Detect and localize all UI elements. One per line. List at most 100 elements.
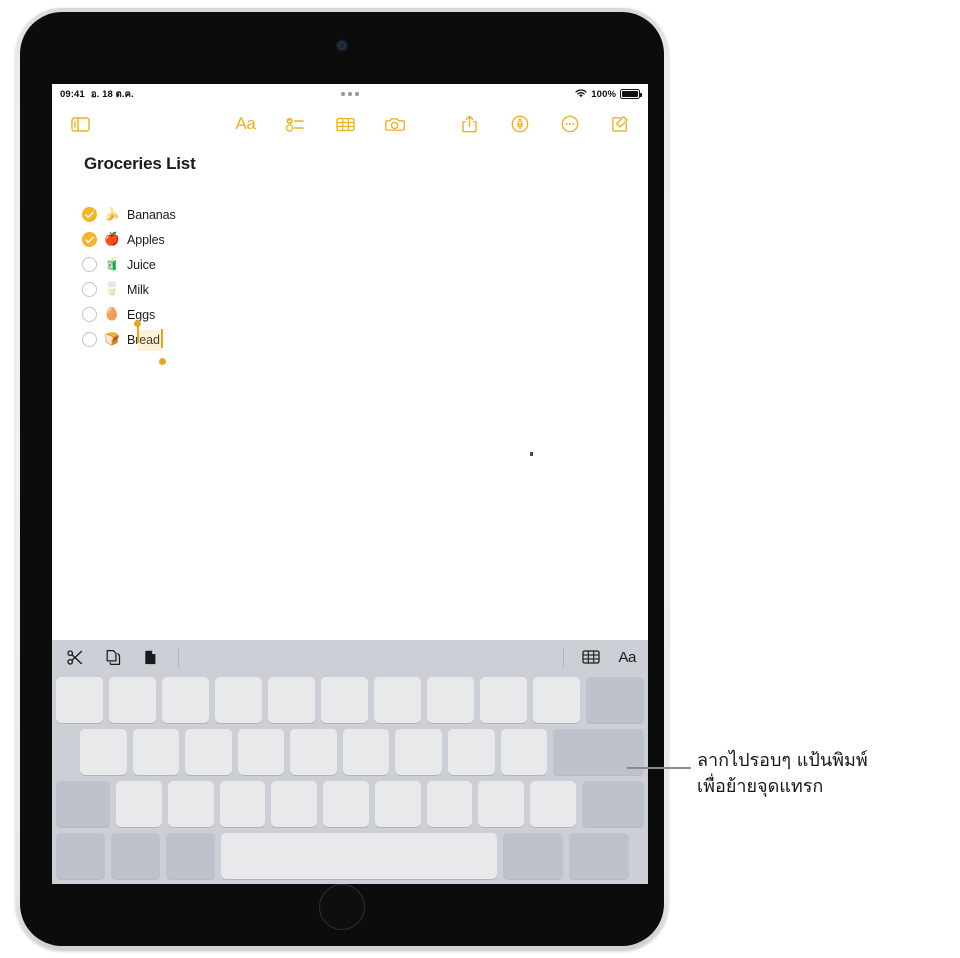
screenshot-root: 09:41 อ. 18 ต.ค. 100% Aa Groceries List … [0, 0, 960, 958]
checklist: 🍌 Bananas 🍎 Apples 🧃 Juice 🥛 Milk 🥚 Eggs… [82, 202, 648, 365]
row-indent [56, 729, 74, 775]
paste-icon[interactable] [140, 646, 162, 668]
dismiss-keyboard-key[interactable] [569, 833, 629, 879]
key[interactable] [395, 729, 442, 775]
text-selection-highlight [138, 329, 162, 351]
markup-pen-icon[interactable] [505, 109, 534, 139]
list-item[interactable]: 🥚 Eggs [82, 302, 648, 327]
item-label: Milk [127, 282, 149, 297]
checkbox-checked[interactable] [82, 232, 97, 247]
emoji-key[interactable] [111, 833, 160, 879]
numbers-key[interactable] [56, 833, 105, 879]
shift-right-key[interactable] [582, 781, 645, 827]
key[interactable] [374, 781, 421, 827]
item-label: Eggs [127, 307, 156, 322]
delete-key[interactable] [586, 677, 644, 723]
callout-text: ลากไปรอบๆ แป้นพิมพ์ เพื่อย้ายจุดแทรก [697, 748, 947, 799]
space-key[interactable] [221, 833, 497, 879]
item-label-selected[interactable]: Bread [127, 319, 166, 365]
key[interactable] [237, 729, 285, 775]
item-emoji: 🥚 [104, 307, 120, 322]
key[interactable] [162, 677, 209, 723]
item-emoji: 🍎 [104, 232, 120, 247]
item-emoji: 🥛 [104, 282, 120, 297]
format-aa-label[interactable]: Aa [618, 649, 636, 666]
home-button[interactable] [319, 884, 365, 930]
keyboard-row-4 [56, 833, 644, 879]
more-ellipsis-icon[interactable] [555, 109, 584, 139]
key[interactable] [116, 781, 162, 827]
item-label: Apples [127, 232, 165, 247]
item-emoji: 🍌 [104, 207, 120, 222]
key[interactable] [215, 677, 262, 723]
keyboard-row-3 [56, 781, 645, 827]
numbers-key-right[interactable] [503, 833, 563, 879]
status-bar: 09:41 อ. 18 ต.ค. 100% [52, 84, 648, 104]
multitasking-dots-icon[interactable] [52, 84, 648, 104]
checkbox-unchecked[interactable] [82, 282, 97, 297]
callout-line-1: ลากไปรอบๆ แป้นพิมพ์ [697, 750, 868, 771]
checkbox-unchecked[interactable] [82, 257, 97, 272]
shortcut-bar-divider [563, 646, 565, 668]
note-content[interactable]: Groceries List 🍌 Bananas 🍎 Apples 🧃 Juic… [52, 144, 648, 668]
selection-handle-end[interactable] [160, 328, 163, 348]
format-aa-label: Aa [235, 114, 256, 133]
selection-knob-end[interactable] [158, 357, 166, 365]
key[interactable] [342, 729, 390, 775]
key[interactable] [480, 677, 527, 723]
item-emoji: 🧃 [104, 257, 120, 272]
selection-knob-start[interactable] [134, 319, 141, 327]
list-item[interactable]: 🥛 Milk [82, 277, 648, 302]
item-emoji: 🍞 [104, 332, 120, 347]
key[interactable] [56, 677, 103, 723]
copy-icon[interactable] [102, 646, 124, 668]
list-item[interactable]: 🧃 Juice [82, 252, 648, 277]
status-bar-left: 09:41 อ. 18 ต.ค. [60, 87, 134, 102]
key[interactable] [447, 729, 495, 775]
key[interactable] [268, 677, 315, 723]
compose-icon[interactable] [605, 109, 634, 139]
key[interactable] [321, 677, 368, 723]
key[interactable] [426, 781, 473, 827]
callout-line-2: เพื่อย้ายจุดแทรก [697, 775, 824, 797]
dictation-key[interactable] [166, 833, 215, 879]
key[interactable] [478, 781, 525, 827]
key[interactable] [80, 729, 127, 775]
key[interactable] [185, 729, 232, 775]
cut-scissors-icon[interactable] [64, 646, 86, 668]
key[interactable] [290, 729, 337, 775]
key[interactable] [374, 677, 421, 723]
list-item[interactable]: 🍌 Bananas [82, 202, 648, 227]
ipad-device: 09:41 อ. 18 ต.ค. 100% Aa Groceries List … [16, 8, 668, 950]
sidebar-icon[interactable] [66, 109, 95, 139]
key[interactable] [271, 781, 318, 827]
item-label: Juice [127, 257, 156, 272]
checkbox-unchecked[interactable] [82, 332, 97, 347]
key[interactable] [500, 729, 548, 775]
format-aa-icon[interactable]: Aa [231, 109, 260, 139]
camera-icon[interactable] [381, 109, 410, 139]
table-icon[interactable] [580, 646, 602, 668]
share-icon[interactable] [456, 109, 485, 139]
key[interactable] [533, 677, 580, 723]
shift-left-key[interactable] [56, 781, 110, 827]
checkbox-checked[interactable] [82, 207, 97, 222]
table-icon[interactable] [331, 109, 360, 139]
list-item[interactable]: 🍞 Bread [82, 319, 648, 365]
checkbox-unchecked[interactable] [82, 307, 97, 322]
key[interactable] [530, 781, 577, 827]
key[interactable] [427, 677, 474, 723]
list-item[interactable]: 🍎 Apples [82, 227, 648, 252]
page-title: Groceries List [84, 154, 196, 173]
key[interactable] [132, 729, 180, 775]
checklist-icon[interactable] [281, 109, 310, 139]
keyboard-shortcut-bar: Aa [52, 640, 648, 674]
keyboard-row-2 [56, 729, 645, 775]
onscreen-keyboard[interactable]: Aa [52, 640, 648, 884]
wifi-icon [575, 88, 587, 101]
key[interactable] [219, 781, 266, 827]
key[interactable] [323, 781, 369, 827]
key[interactable] [167, 781, 214, 827]
key[interactable] [109, 677, 156, 723]
status-bar-right: 100% [575, 88, 642, 101]
